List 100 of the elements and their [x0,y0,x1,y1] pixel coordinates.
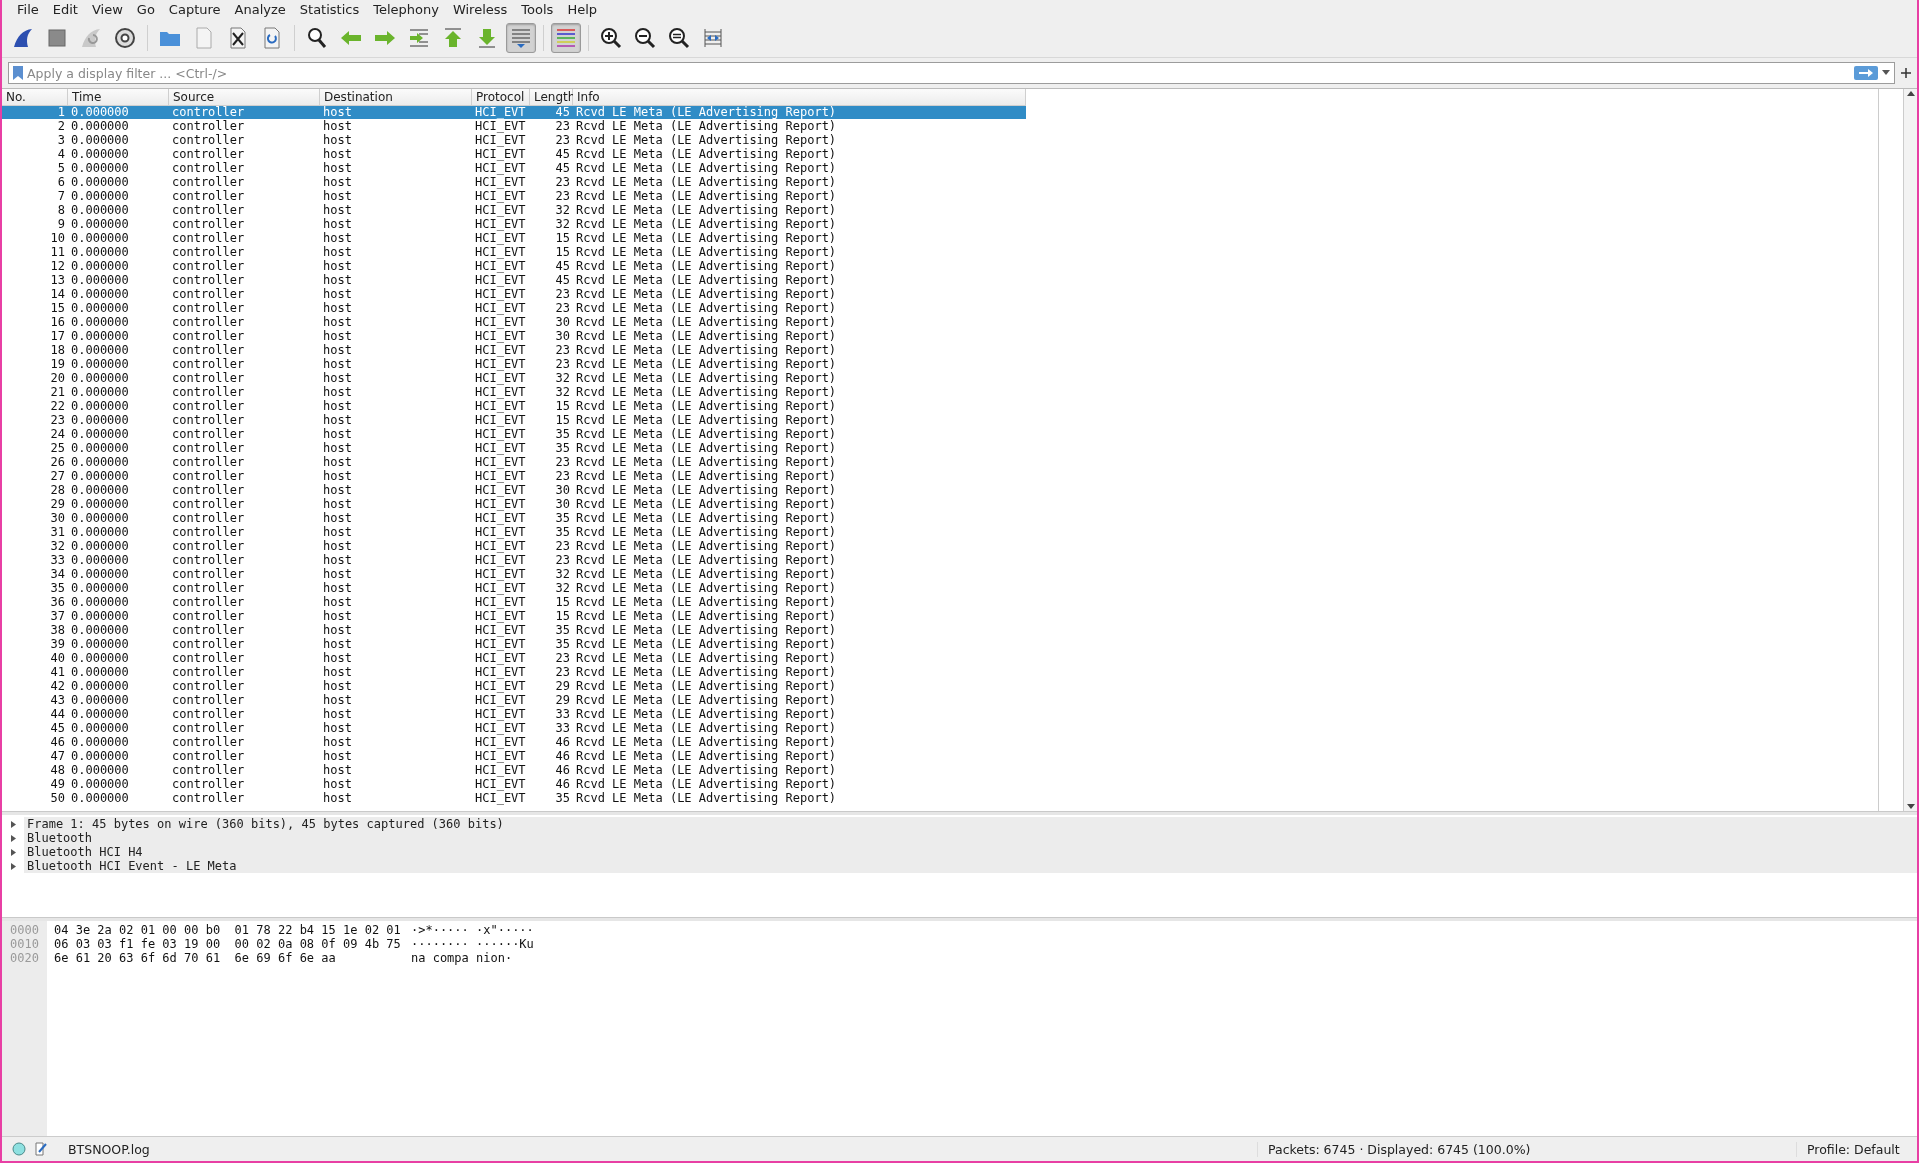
table-cell-text: Rcvd LE Meta (LE Advertising Report) [575,553,838,567]
table-cell-text: 23 [554,119,571,133]
tree-item[interactable]: Bluetooth HCI H4 [24,845,1917,859]
menu-item[interactable]: Go [129,0,162,19]
menu-item[interactable]: Analyze [227,0,293,19]
menu-item[interactable]: File [10,0,46,19]
menu-item[interactable]: Wireless [445,0,515,19]
menu-item[interactable]: Tools [514,0,561,19]
display-filter-field[interactable]: Apply a display filter ... <Ctrl-/> [8,62,1895,84]
table-cell-text: 16 [49,315,66,329]
column-header[interactable]: Info [573,89,1026,106]
table-cell-text: 33 [554,721,571,735]
table-cell-text: 0.000000 [70,539,130,553]
table-cell-text: 24 [49,427,66,441]
table-cell-text: controller [171,413,246,427]
table-cell-text: 30 [554,329,571,343]
table-cell-text: 0.000000 [70,119,130,133]
scroll-down-icon[interactable] [1906,804,1915,809]
column-header[interactable]: Protocol [472,89,530,106]
menu-item[interactable]: Capture [161,0,228,19]
table-cell-text: 0.000000 [70,315,130,329]
table-cell-text: host [322,441,353,455]
scroll-up-icon[interactable] [1906,91,1915,96]
table-cell-text: 35 [554,427,571,441]
table-cell-text: 19 [49,357,66,371]
column-header[interactable]: No. [2,89,68,106]
table-cell-text: 15 [554,245,571,259]
table-cell-text: HCI_EVT [474,273,527,287]
table-cell-text: 0.000000 [70,343,130,357]
table-cell-text: controller [171,637,246,651]
table-cell-text: host [322,161,353,175]
scrollbar[interactable] [1904,89,1917,811]
table-cell-text: HCI_EVT [474,413,527,427]
table-cell-text: host [322,553,353,567]
table-cell-text: Rcvd LE Meta (LE Advertising Report) [575,357,838,371]
table-cell-text: HCI_EVT [474,315,527,329]
table-cell-text: 15 [554,595,571,609]
table-cell-text: host [322,581,353,595]
table-cell-text: 46 [554,763,571,777]
table-cell-text: Rcvd LE Meta (LE Advertising Report) [575,245,838,259]
expand-triangle-icon[interactable] [9,848,17,856]
table-cell-text: 46 [554,735,571,749]
column-header[interactable]: Source [169,89,320,106]
table-cell-text: Rcvd LE Meta (LE Advertising Report) [575,735,838,749]
table-cell-text: Rcvd LE Meta (LE Advertising Report) [575,203,838,217]
table-cell-text: 31 [49,525,66,539]
table-cell-text: controller [171,609,246,623]
expand-triangle-icon[interactable] [9,862,17,870]
table-cell-text: controller [171,133,246,147]
menu-item[interactable]: Help [560,0,604,19]
table-cell-text: HCI_EVT [474,637,527,651]
table-cell-text: host [322,511,353,525]
table-cell-text: Rcvd LE Meta (LE Advertising Report) [575,217,838,231]
table-cell-text: Rcvd LE Meta (LE Advertising Report) [575,511,838,525]
table-cell-text: 45 [554,147,571,161]
table-cell-text: HCI_EVT [474,595,527,609]
table-cell-text: 10 [49,231,66,245]
menu-item[interactable]: Telephony [366,0,446,19]
zoom-out-icon [633,26,657,50]
expand-triangle-icon[interactable] [9,820,17,828]
table-cell-text: 23 [554,469,571,483]
dropdown-caret-icon[interactable] [1882,70,1890,76]
tree-item[interactable]: Bluetooth [24,831,1917,845]
tree-item[interactable]: Frame 1: 45 bytes on wire (360 bits), 45 bytes captured (360 bits) [24,817,1917,831]
ascii-bytes: ·>*····· ·x"····· [411,923,534,937]
expand-triangle-icon[interactable] [9,834,17,842]
profile-label[interactable]: Profile: Default [1796,1141,1917,1157]
table-cell-text: host [322,497,353,511]
table-cell-text: Rcvd LE Meta (LE Advertising Report) [575,175,838,189]
table-cell-text: host [322,455,353,469]
menu-item[interactable]: Statistics [292,0,367,19]
table-cell-text: 30 [554,483,571,497]
filter-input[interactable]: Apply a display filter ... <Ctrl-/> [27,65,1850,81]
menu-item[interactable]: Edit [45,0,85,19]
table-cell-text: host [322,329,353,343]
table-cell-text: HCI_EVT [474,161,527,175]
table-cell-text: 42 [49,679,66,693]
table-cell-text: controller [171,651,246,665]
menu-item[interactable]: View [84,0,130,19]
column-header[interactable]: Time [68,89,169,106]
table-cell-text: 45 [554,105,571,119]
table-cell-text: host [322,217,353,231]
table-cell-text: HCI_EVT [474,371,527,385]
table-cell-text: host [322,525,353,539]
table-cell-text: host [322,231,353,245]
table-cell-text: 23 [554,553,571,567]
table-cell-text: host [322,693,353,707]
edit-comment-icon[interactable] [34,1142,48,1156]
table-cell-text: 0.000000 [70,259,130,273]
tree-item[interactable]: Bluetooth HCI Event - LE Meta [24,859,1917,873]
table-cell-text: 32 [554,203,571,217]
expert-info-icon[interactable] [12,1142,26,1156]
add-filter-icon[interactable] [1901,68,1911,78]
table-cell-text: Rcvd LE Meta (LE Advertising Report) [575,371,838,385]
column-header[interactable]: Destination [320,89,472,106]
table-cell-text: host [322,245,353,259]
table-cell-text: controller [171,147,246,161]
table-cell-text: 47 [49,749,66,763]
table-cell-text: controller [171,441,246,455]
table-cell-text: 15 [554,231,571,245]
